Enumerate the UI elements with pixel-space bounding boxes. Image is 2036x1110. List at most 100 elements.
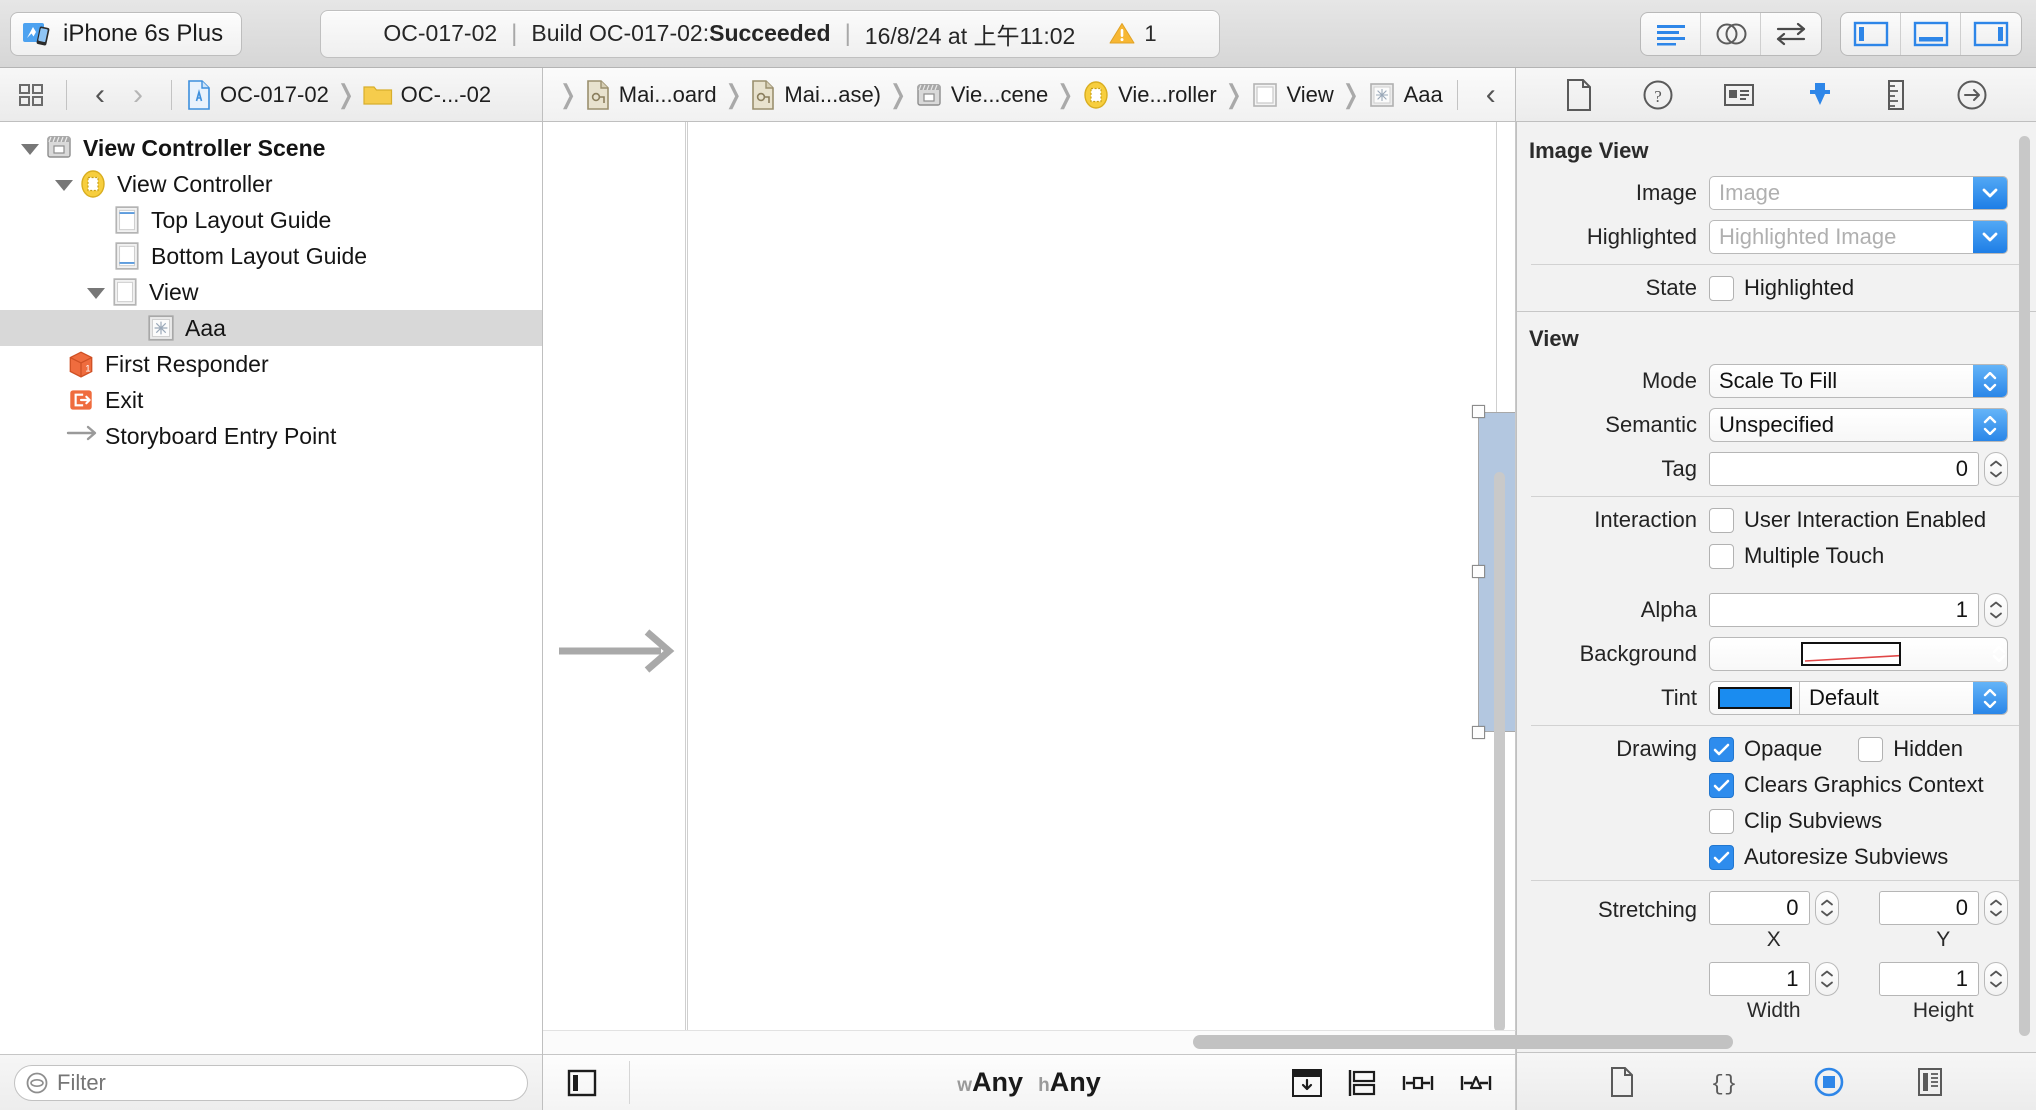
file-inspector-icon[interactable] [1565,78,1593,111]
canvas-vertical-scrollbar[interactable] [1494,472,1505,1030]
code-snippet-library-icon[interactable]: {} [1707,1068,1741,1096]
embed-in-icon[interactable] [1291,1068,1323,1098]
quick-help-icon[interactable]: ? [1642,79,1674,111]
media-library-icon[interactable] [1916,1067,1944,1097]
scheme-selector[interactable]: iPhone 6s Plus [10,11,243,56]
stretching-width-field[interactable]: 1 [1709,962,1810,996]
updown-chevrons-icon[interactable] [1973,682,2007,714]
inspector-vertical-scrollbar[interactable] [2019,136,2030,1036]
image-combo[interactable]: Image [1709,176,2008,210]
breadcrumb-item-5[interactable]: Vie...roller [1082,80,1217,110]
document-outline-tree[interactable]: View Controller Scene View Controller To… [0,122,542,1054]
breadcrumb-item-0[interactable]: OC-017-02 [186,79,329,110]
outline-row-view[interactable]: View [0,274,542,310]
disclosure-triangle-icon[interactable] [84,281,106,303]
size-inspector-icon[interactable] [1885,79,1907,111]
outline-row-exit[interactable]: Exit [0,382,542,418]
chevron-down-icon[interactable] [1973,221,2007,253]
forward-chevron-icon[interactable]: › [119,79,157,110]
outline-row-top-layout-guide[interactable]: Top Layout Guide [0,202,542,238]
breadcrumb-item-1[interactable]: OC-...-02 [363,82,491,108]
alpha-field[interactable]: 1 [1709,593,1979,627]
view-toggle-segment[interactable] [1840,11,2022,56]
size-class-width-prefix: w [957,1075,973,1096]
related-items-icon[interactable] [12,82,52,108]
breadcrumb-item-2[interactable]: Mai...oard [585,79,717,110]
tint-color-swatch[interactable] [1717,687,1792,709]
breadcrumb-item-4[interactable]: Vie...cene [915,81,1048,109]
stretching-x-stepper[interactable] [1814,891,1839,925]
stretching-x-field[interactable]: 0 [1709,891,1810,925]
alpha-stepper[interactable] [1984,593,2008,627]
stretching-width-stepper[interactable] [1814,962,1839,996]
view-controller-scene-canvas[interactable] [687,122,1497,1030]
disclosure-triangle-icon[interactable] [18,137,40,159]
outline-row-bottom-layout-guide[interactable]: Bottom Layout Guide [0,238,542,274]
user-interaction-enabled-checkbox[interactable] [1709,507,1734,533]
filter-input[interactable] [57,1069,517,1096]
pin-icon[interactable] [1401,1068,1435,1098]
updown-chevrons-icon[interactable] [1973,365,2007,397]
outline-row-first-responder[interactable]: 1 First Responder [0,346,542,382]
stretching-y-stepper[interactable] [1984,891,2008,925]
inspector-scroll-area[interactable]: Image View Image Image Highlighted Highl… [1517,122,2036,1052]
resolve-auto-layout-icon[interactable] [1459,1068,1493,1098]
align-icon[interactable] [1347,1068,1377,1098]
canvas-horizontal-scrollbar-track[interactable] [543,1030,1733,1054]
outline-row-view-controller[interactable]: View Controller [0,166,542,202]
bottom-layout-guide-icon [112,241,142,271]
stretching-y-field[interactable]: 0 [1878,891,1979,925]
file-template-library-icon[interactable] [1609,1066,1635,1097]
clip-subviews-checkbox[interactable] [1709,808,1734,834]
tag-stepper[interactable] [1984,452,2008,486]
stretching-height-stepper[interactable] [1984,962,2008,996]
multiple-touch-checkbox[interactable] [1709,543,1734,569]
disclosure-triangle-icon[interactable] [52,173,74,195]
warning-triangle-icon [1109,22,1135,45]
breadcrumb-item-6[interactable]: View [1251,81,1334,109]
resize-handle-middle-left[interactable] [1472,565,1485,578]
outline-row-storyboard-entry-point[interactable]: Storyboard Entry Point [0,418,542,454]
back-chevron-icon[interactable]: ‹ [81,79,119,110]
clears-graphics-context-checkbox[interactable] [1709,772,1734,798]
filter-field[interactable] [14,1064,528,1101]
attributes-inspector-panel: Image View Image Image Highlighted Highl… [1516,122,2036,1110]
outline-row-view-controller-scene[interactable]: View Controller Scene [0,130,542,166]
connections-inspector-icon[interactable] [1956,79,1988,111]
assistant-editor-icon[interactable] [1701,12,1761,55]
issue-prev-icon[interactable]: ‹ [1472,79,1510,110]
resize-handle-bottom-left[interactable] [1472,726,1485,739]
breadcrumb-item-3[interactable]: Mai...ase) [750,79,881,110]
tint-popup[interactable]: Default [1709,681,2008,715]
semantic-popup[interactable]: Unspecified [1709,408,2008,442]
highlighted-image-combo[interactable]: Highlighted Image [1709,220,2008,254]
activity-status-bar[interactable]: OC-017-02 | Build OC-017-02: Succeeded |… [320,9,1220,58]
background-color-well[interactable] [1709,637,2008,671]
utilities-toggle-icon[interactable] [1961,13,2021,55]
autoresize-subviews-checkbox[interactable] [1709,844,1734,870]
standard-editor-icon[interactable] [1641,12,1701,55]
chevron-down-icon[interactable] [1973,177,2007,209]
interface-builder-canvas[interactable]: Image View [543,122,1516,1030]
opaque-checkbox[interactable] [1709,736,1734,762]
attributes-inspector-icon[interactable] [1804,79,1836,111]
object-library-icon[interactable] [1814,1067,1844,1097]
identity-inspector-icon[interactable] [1723,82,1755,108]
debug-area-toggle-icon[interactable] [1901,12,1961,55]
document-outline-toggle-icon[interactable] [567,1069,597,1097]
updown-chevrons-icon[interactable] [1991,646,2007,662]
version-editor-icon[interactable] [1761,13,1821,55]
svg-text:{}: {} [1711,1072,1737,1096]
tag-field[interactable]: 0 [1709,452,1979,486]
mode-popup[interactable]: Scale To Fill [1709,364,2008,398]
resize-handle-top-left[interactable] [1472,405,1485,418]
breadcrumb-item-7[interactable]: Aaa [1368,81,1443,109]
updown-chevrons-icon[interactable] [1973,409,2007,441]
hidden-checkbox[interactable] [1858,736,1884,762]
outline-row-aaa[interactable]: Aaa [0,310,542,346]
stretching-height-field[interactable]: 1 [1878,962,1979,996]
highlighted-checkbox[interactable] [1709,275,1734,301]
navigator-toggle-icon[interactable] [1841,12,1901,55]
warning-badge[interactable]: 1 [1109,21,1157,47]
editor-mode-segment[interactable] [1640,11,1822,56]
